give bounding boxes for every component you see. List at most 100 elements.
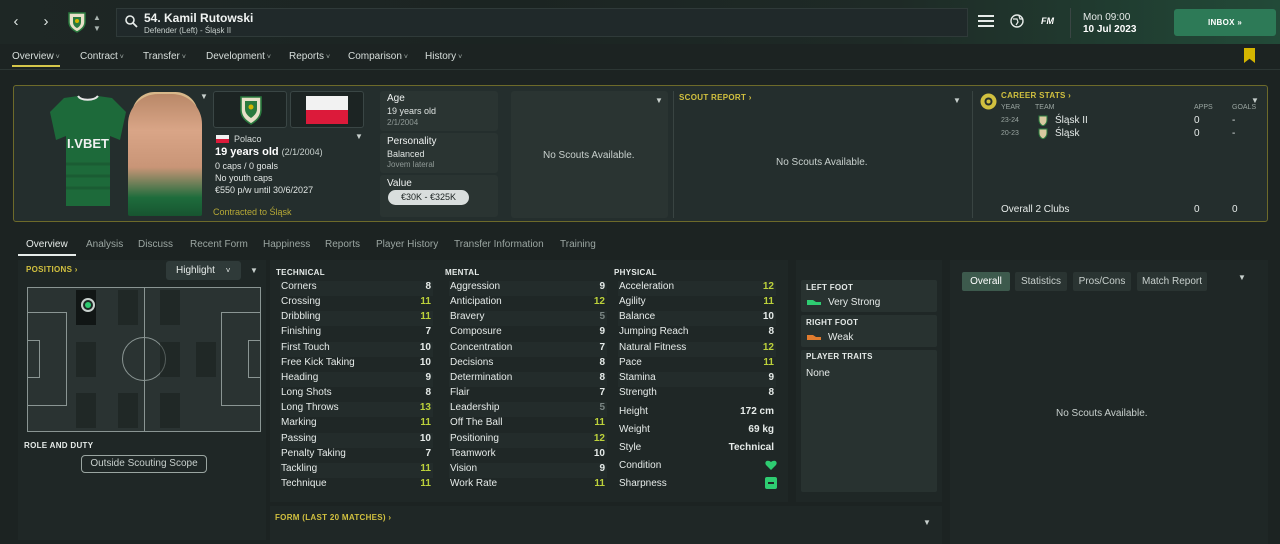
tab-recent-form[interactable]: Recent Form	[190, 239, 248, 250]
attribute-row[interactable]: Corners 8	[280, 281, 433, 296]
attribute-row[interactable]: Bravery 5	[449, 311, 607, 327]
scout-report-chevron-icon[interactable]: ▼	[953, 96, 961, 105]
attribute-row[interactable]: Pace 11	[618, 357, 776, 372]
positions-chevron-icon[interactable]: ▼	[250, 266, 258, 275]
rtab-overall[interactable]: Overall	[962, 272, 1010, 291]
attribute-row[interactable]: Crossing 11	[280, 296, 433, 311]
tab-analysis[interactable]: Analysis	[86, 239, 123, 250]
world-icon[interactable]	[1010, 14, 1028, 30]
menu-reports[interactable]: Reports	[289, 51, 330, 62]
outside-scouting-scope-button[interactable]: Outside Scouting Scope	[81, 455, 207, 473]
chevron-down-icon[interactable]: ▼	[93, 24, 101, 33]
attribute-row[interactable]: Stamina 9	[618, 371, 776, 387]
fm-logo[interactable]: FM	[1041, 16, 1054, 26]
attribute-row[interactable]: Jumping Reach 8	[618, 326, 776, 341]
career-stats-header[interactable]: CAREER STATS ›	[1001, 91, 1071, 100]
position-slot[interactable]	[160, 342, 180, 377]
contracted-club[interactable]: Contracted to Śląsk	[213, 207, 292, 217]
form-chevron-icon[interactable]: ▼	[923, 518, 931, 527]
attribute-row[interactable]: Tackling 11	[280, 462, 433, 478]
back-arrow-icon[interactable]: ‹	[6, 12, 26, 32]
attribute-row[interactable]: Penalty Taking 7	[280, 448, 433, 463]
menu-icon[interactable]	[978, 14, 996, 30]
attribute-row[interactable]: Passing 10	[280, 432, 433, 448]
position-slot[interactable]	[118, 393, 138, 428]
menu-history[interactable]: History	[425, 51, 462, 62]
menu-overview[interactable]: Overview	[12, 51, 60, 67]
tab-reports[interactable]: Reports	[325, 239, 360, 250]
attribute-row[interactable]: First Touch 10	[280, 341, 433, 357]
menu-development[interactable]: Development	[206, 51, 271, 62]
tab-player-history[interactable]: Player History	[376, 239, 438, 250]
physical-extra-name: Height	[619, 406, 648, 417]
club-crest-icon[interactable]	[66, 11, 88, 33]
form-header[interactable]: FORM (LAST 20 MATCHES) ›	[275, 513, 391, 522]
forward-arrow-icon[interactable]: ›	[36, 12, 56, 32]
rtab-statistics[interactable]: Statistics	[1015, 272, 1067, 291]
tab-overview[interactable]: Overview	[26, 239, 68, 250]
nation-chevron-icon[interactable]: ▼	[355, 132, 363, 141]
attribute-row[interactable]: Long Throws 13	[280, 402, 433, 418]
attribute-row[interactable]: Heading 9	[280, 371, 433, 387]
positions-header[interactable]: POSITIONS ›	[26, 265, 78, 274]
rtab-pros-cons[interactable]: Pros/Cons	[1073, 272, 1131, 291]
attribute-row[interactable]: Positioning 12	[449, 432, 607, 448]
attribute-name: Long Throws	[281, 402, 339, 414]
attribute-row[interactable]: Agility 11	[618, 296, 776, 311]
tab-discuss[interactable]: Discuss	[138, 239, 173, 250]
menu-transfer[interactable]: Transfer	[143, 51, 186, 62]
attribute-row[interactable]: Concentration 7	[449, 341, 607, 357]
attribute-row[interactable]: Dribbling 11	[280, 311, 433, 327]
photo-chevron-icon[interactable]: ▼	[200, 92, 208, 101]
attribute-row[interactable]: Natural Fitness 12	[618, 341, 776, 357]
career-col-goals: GOALS	[1232, 104, 1257, 111]
attribute-row[interactable]: Aggression 9	[449, 281, 607, 296]
attribute-row[interactable]: Technique 11	[280, 478, 433, 493]
attribute-row[interactable]: Flair 7	[449, 387, 607, 402]
right-foot-value: Weak	[828, 332, 854, 343]
inbox-button[interactable]: INBOX »	[1174, 9, 1276, 36]
scouts-chevron-icon[interactable]: ▼	[655, 96, 663, 105]
scout-report-header[interactable]: SCOUT REPORT ›	[679, 93, 752, 102]
position-slot[interactable]	[76, 393, 96, 428]
attribute-row[interactable]: Finishing 7	[280, 326, 433, 341]
menu-contract[interactable]: Contract	[80, 51, 124, 62]
attribute-row[interactable]: Leadership 5	[449, 402, 607, 418]
rtab-match-report[interactable]: Match Report	[1137, 272, 1207, 291]
attribute-row[interactable]: Balance 10	[618, 311, 776, 327]
position-slot[interactable]	[76, 342, 96, 377]
position-slot[interactable]	[160, 393, 180, 428]
report-chevron-icon[interactable]: ▼	[1238, 273, 1246, 282]
menu-comparison[interactable]: Comparison	[348, 51, 408, 62]
attribute-row[interactable]: Determination 8	[449, 371, 607, 387]
attribute-row[interactable]: Composure 9	[449, 326, 607, 341]
attribute-name: Natural Fitness	[619, 341, 687, 353]
chevron-up-icon[interactable]: ▲	[93, 13, 101, 22]
attribute-row[interactable]: Anticipation 12	[449, 296, 607, 311]
attribute-row[interactable]: Free Kick Taking 10	[280, 357, 433, 372]
attribute-row[interactable]: Decisions 8	[449, 357, 607, 372]
attribute-value: 7	[599, 341, 605, 353]
club-badge-box[interactable]	[213, 91, 287, 128]
position-slot[interactable]	[196, 342, 216, 377]
attribute-row[interactable]: Teamwork 10	[449, 448, 607, 463]
attribute-row[interactable]: Acceleration 12	[618, 281, 776, 296]
nationality: Polaco	[234, 134, 262, 144]
attribute-row[interactable]: Off The Ball 11	[449, 417, 607, 432]
value-range[interactable]: €30K - €325K	[388, 190, 469, 205]
attribute-row[interactable]: Work Rate 11	[449, 478, 607, 493]
highlight-dropdown[interactable]: Highlight ˅	[166, 261, 241, 280]
attribute-row[interactable]: Vision 9	[449, 462, 607, 478]
attribute-row[interactable]: Strength 8	[618, 387, 776, 402]
attribute-value: 11	[420, 477, 431, 489]
career-team[interactable]: Śląsk II	[1055, 115, 1088, 126]
career-team[interactable]: Śląsk	[1055, 128, 1079, 139]
attribute-row[interactable]: Long Shots 8	[280, 387, 433, 402]
tab-training[interactable]: Training	[560, 239, 596, 250]
search-icon[interactable]	[124, 14, 138, 28]
position-slot[interactable]	[160, 290, 180, 325]
tab-happiness[interactable]: Happiness	[263, 239, 310, 250]
attribute-row[interactable]: Marking 11	[280, 417, 433, 432]
tab-transfer-information[interactable]: Transfer Information	[454, 239, 544, 250]
position-slot[interactable]	[118, 290, 138, 325]
